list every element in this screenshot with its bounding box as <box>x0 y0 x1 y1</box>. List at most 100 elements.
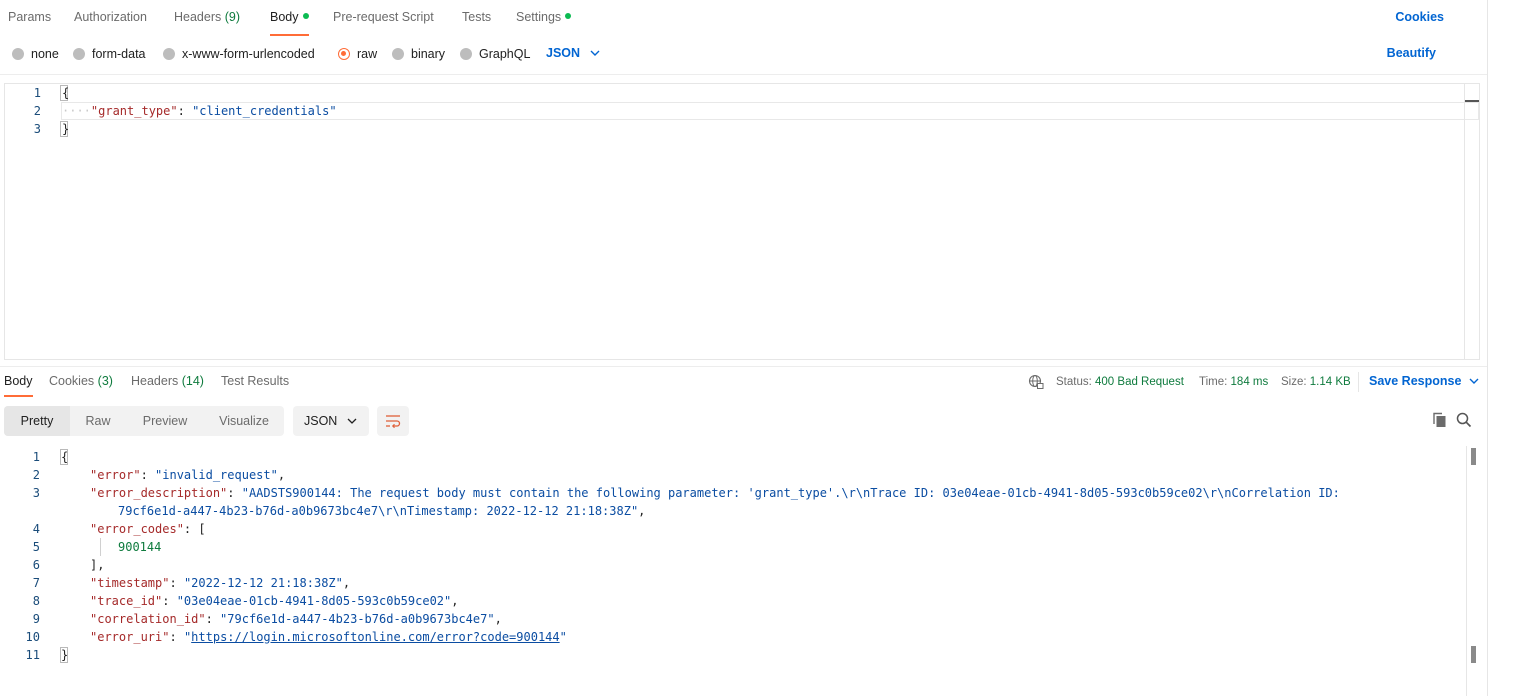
line-number: 2 <box>32 468 40 482</box>
code-line: "error_description": "AADSTS900144: The … <box>90 484 1340 502</box>
line-number: 1 <box>32 450 40 464</box>
json-key: "correlation_id" <box>90 612 206 626</box>
radio-x-www-form-urlencoded[interactable]: x-www-form-urlencoded <box>163 44 315 64</box>
code-line: "error": "invalid_request", <box>90 466 285 484</box>
line-number: 3 <box>32 486 40 500</box>
view-raw-button[interactable]: Raw <box>70 406 126 436</box>
size-label: Size: <box>1281 376 1307 388</box>
radio-label: raw <box>357 47 378 61</box>
tab-label: Authorization <box>74 10 147 24</box>
scroll-thumb[interactable] <box>1471 646 1476 663</box>
tab-authorization[interactable]: Authorization <box>74 10 147 24</box>
json-comma: , <box>451 594 459 608</box>
tab-params[interactable]: Params <box>8 10 51 24</box>
cookies-link[interactable]: Cookies <box>1395 10 1444 24</box>
json-key: "error" <box>90 468 141 482</box>
scrollbar[interactable] <box>1466 446 1467 696</box>
view-visualize-button[interactable]: Visualize <box>204 406 284 436</box>
time-label: Time: <box>1199 376 1228 388</box>
tab-body[interactable]: Body <box>270 10 309 36</box>
json-quote: " <box>559 630 567 644</box>
line-number: 10 <box>25 630 40 644</box>
body-type-selector: none form-data x-www-form-urlencoded raw… <box>0 44 1487 66</box>
request-tabs: Params Authorization Headers (9) Body Pr… <box>0 0 1487 36</box>
tab-test-results[interactable]: Test Results <box>221 374 289 388</box>
radio-circle-icon <box>73 48 85 60</box>
tab-tests[interactable]: Tests <box>462 10 491 24</box>
line-number: 8 <box>32 594 40 608</box>
line-number: 3 <box>33 122 41 136</box>
scroll-thumb[interactable] <box>1471 448 1476 465</box>
radio-graphql[interactable]: GraphQL <box>460 44 530 64</box>
size-value[interactable]: 1.14 KB <box>1310 376 1351 388</box>
json-brace: { <box>62 86 70 100</box>
copy-icon[interactable] <box>1431 411 1449 429</box>
response-status: Status: 400 Bad Request <box>1056 374 1184 390</box>
json-bracket: [ <box>198 522 206 536</box>
status-code[interactable]: 400 Bad Request <box>1095 376 1184 388</box>
tab-settings[interactable]: Settings <box>516 10 572 24</box>
view-pretty-button[interactable]: Pretty <box>4 406 70 436</box>
radio-label: GraphQL <box>479 47 531 61</box>
tab-label: Test Results <box>221 374 290 388</box>
code-line: "timestamp": "2022-12-12 21:18:38Z", <box>90 574 350 592</box>
line-number: 7 <box>32 576 40 590</box>
json-string: "03e04eae-01cb-4941-8d05-593c0b59ce02" <box>176 594 452 608</box>
tab-response-headers[interactable]: Headers (14) <box>131 374 204 388</box>
line-number: 6 <box>32 558 40 572</box>
code-line: "correlation_id": "79cf6e1d-a447-4b23-b7… <box>90 610 502 628</box>
json-key: "trace_id" <box>90 594 163 608</box>
json-bracket: ], <box>90 558 105 572</box>
radio-label: x-www-form-urlencoded <box>182 47 315 61</box>
divider <box>0 74 1487 75</box>
request-body-editor[interactable]: 1 2 3 { ····"grant_type": "client_creden… <box>4 83 1480 360</box>
globe-network-icon[interactable] <box>1027 373 1045 391</box>
tab-headers[interactable]: Headers (9) <box>174 10 240 24</box>
time-value[interactable]: 184 ms <box>1231 376 1269 388</box>
radio-circle-icon <box>460 48 472 60</box>
search-icon[interactable] <box>1455 411 1473 429</box>
raw-language-dropdown[interactable]: JSON <box>546 46 600 60</box>
radio-none[interactable]: none <box>12 44 59 64</box>
json-colon: : <box>183 522 199 536</box>
radio-form-data[interactable]: form-data <box>73 44 146 64</box>
save-response-button[interactable]: Save Response <box>1369 374 1479 388</box>
json-key: "error_uri" <box>90 630 170 644</box>
code-line: "error_codes": [ <box>90 520 206 538</box>
scroll-thumb[interactable] <box>1465 100 1479 102</box>
status-label: Status: <box>1056 376 1092 388</box>
view-preview-button[interactable]: Preview <box>126 406 204 436</box>
tab-label: Tests <box>462 10 492 24</box>
chevron-down-icon <box>347 418 357 424</box>
beautify-button[interactable]: Beautify <box>1387 46 1436 60</box>
modified-dot-icon <box>302 13 309 19</box>
radio-circle-icon <box>163 48 175 60</box>
code-line: { <box>61 448 68 466</box>
tab-response-body[interactable]: Body <box>4 374 33 397</box>
line-number: 9 <box>32 612 40 626</box>
code-line: ····"grant_type": "client_credentials" <box>62 102 337 120</box>
tab-label: Params <box>8 10 52 24</box>
error-uri-link[interactable]: https://login.microsoftonline.com/error?… <box>191 630 559 644</box>
response-format-dropdown[interactable]: JSON <box>293 406 369 436</box>
code-line: } <box>61 646 68 664</box>
radio-binary[interactable]: binary <box>392 44 445 64</box>
scrollbar[interactable] <box>1464 84 1465 359</box>
tab-label: Headers <box>131 374 179 388</box>
response-time: Time: 184 ms <box>1199 374 1268 390</box>
json-comma: , <box>638 504 646 518</box>
divider <box>1358 372 1359 392</box>
code-line: "trace_id": "03e04eae-01cb-4941-8d05-593… <box>90 592 458 610</box>
tab-label: Cookies <box>49 374 95 388</box>
radio-label: none <box>31 47 59 61</box>
tab-pre-request-script[interactable]: Pre-request Script <box>333 10 434 24</box>
json-brace: { <box>61 450 69 464</box>
tab-label: Body <box>4 374 33 388</box>
tab-response-cookies[interactable]: Cookies (3) <box>49 374 113 388</box>
indent-guide: ···· <box>62 104 91 118</box>
wrap-lines-button[interactable] <box>377 406 409 436</box>
response-size: Size: 1.14 KB <box>1281 374 1351 390</box>
radio-raw[interactable]: raw <box>338 44 377 64</box>
tab-count: (9) <box>224 10 241 24</box>
json-colon: : <box>162 594 177 608</box>
